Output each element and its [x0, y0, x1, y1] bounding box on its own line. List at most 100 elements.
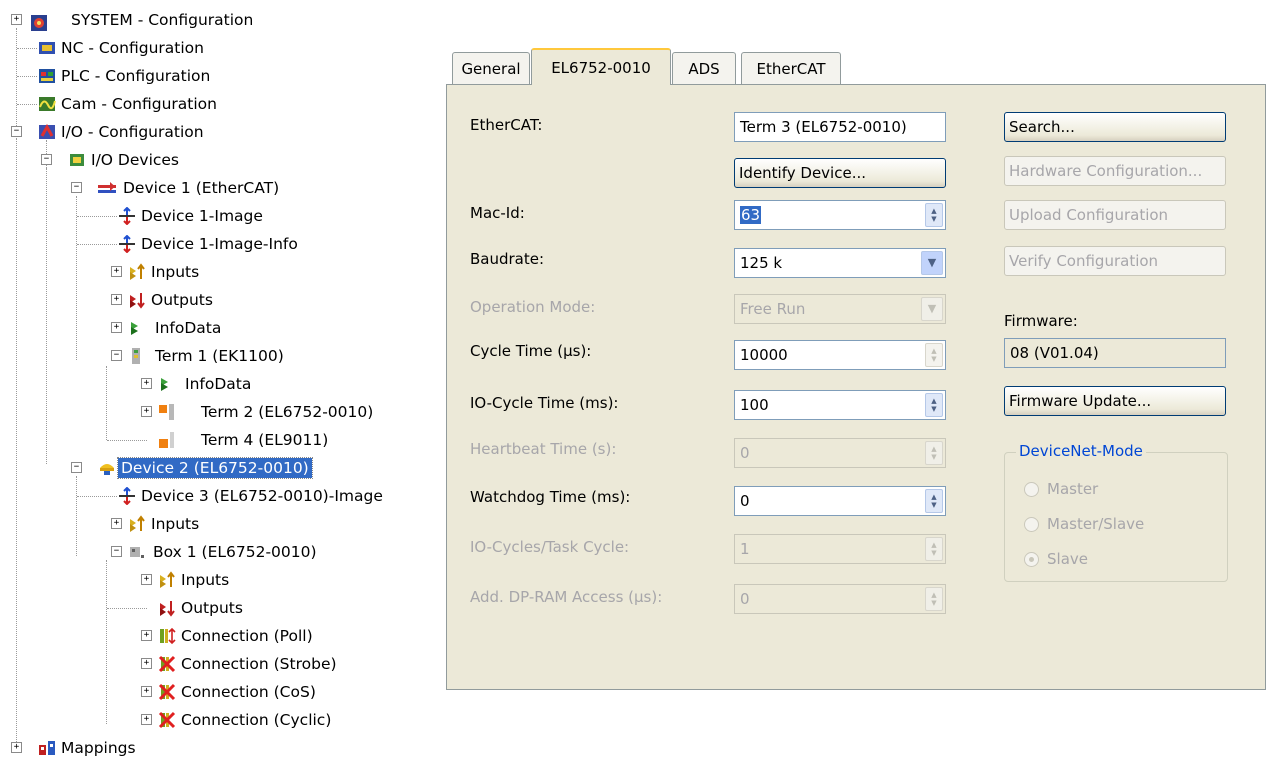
tree-item-device-1-image-info[interactable]: Device 1-Image-Info	[118, 232, 301, 256]
cycle-time-value: 10000	[740, 346, 788, 364]
expand-toggle[interactable]: +	[141, 406, 152, 417]
spin-buttons-icon[interactable]: ▲ ▼	[925, 489, 943, 513]
spin-buttons-icon[interactable]: ▲ ▼	[925, 203, 943, 227]
dp-ram-access-label: Add. DP-RAM Access (µs):	[470, 588, 663, 606]
config-tree[interactable]: + SYSTEM - Configuration NC - Configurat…	[0, 0, 440, 760]
tree-item-inputs[interactable]: Inputs	[158, 568, 232, 592]
baudrate-select[interactable]: 125 k ▼	[734, 248, 946, 278]
tree-item-system-configuration[interactable]: SYSTEM - Configuration	[30, 8, 256, 32]
tree-item-connection-strobe[interactable]: Connection (Strobe)	[158, 652, 340, 676]
ethercat-field[interactable]: Term 3 (EL6752-0010)	[734, 112, 946, 142]
tree-item-inputs[interactable]: Inputs	[128, 260, 202, 284]
expand-toggle[interactable]: +	[141, 378, 152, 389]
tree-item-label: Outputs	[181, 599, 243, 617]
collapse-toggle[interactable]: −	[111, 350, 122, 361]
tree-item-connection-poll[interactable]: Connection (Poll)	[158, 624, 316, 648]
spin-buttons-icon[interactable]: ▲ ▼	[925, 393, 943, 417]
collapse-toggle[interactable]: −	[71, 182, 82, 193]
watchdog-time-value: 0	[740, 492, 750, 510]
box-icon	[130, 547, 144, 558]
io-config-icon	[39, 123, 55, 139]
tree-item-box-1-el6752[interactable]: Box 1 (EL6752-0010)	[128, 540, 320, 564]
tree-item-outputs[interactable]: Outputs	[158, 596, 246, 620]
tree-item-device-3-image[interactable]: Device 3 (EL6752-0010)-Image	[118, 484, 386, 508]
tree-item-device-2-el6752[interactable]: Device 2 (EL6752-0010)	[98, 456, 313, 480]
mode-slave-radio: Slave	[1024, 550, 1088, 568]
tab-ads[interactable]: ADS	[672, 52, 736, 84]
mac-id-value: 63	[740, 206, 762, 224]
tree-item-nc-configuration[interactable]: NC - Configuration	[38, 36, 207, 60]
expand-toggle[interactable]: +	[141, 686, 152, 697]
tab-general[interactable]: General	[452, 52, 530, 84]
tree-item-connection-cyclic[interactable]: Connection (Cyclic)	[158, 708, 334, 732]
tree-item-term-4-el9011[interactable]: Term 4 (EL9011)	[158, 428, 331, 452]
expand-toggle[interactable]: +	[111, 266, 122, 277]
identify-device-button[interactable]: Identify Device...	[734, 158, 946, 188]
tree-item-mappings[interactable]: Mappings	[38, 736, 139, 760]
tree-item-label: SYSTEM - Configuration	[71, 11, 254, 29]
tree-item-connection-cos[interactable]: Connection (CoS)	[158, 680, 319, 704]
search-button[interactable]: Search...	[1004, 112, 1226, 142]
firmware-update-button[interactable]: Firmware Update...	[1004, 386, 1226, 416]
mac-id-label: Mac-Id:	[470, 204, 525, 222]
io-cycle-time-stepper[interactable]: 100 ▲ ▼	[734, 390, 946, 420]
mode-master-radio: Master	[1024, 480, 1098, 498]
tree-item-label: Connection (Strobe)	[181, 655, 337, 673]
tree-item-plc-configuration[interactable]: PLC - Configuration	[38, 64, 213, 88]
expand-toggle[interactable]: +	[141, 714, 152, 725]
image-icon	[119, 487, 135, 505]
tree-item-device-1-ethercat[interactable]: Device 1 (EtherCAT)	[98, 176, 282, 200]
tree-item-label: Connection (CoS)	[181, 683, 316, 701]
expand-toggle[interactable]: +	[11, 742, 22, 753]
tree-item-label: Mappings	[61, 739, 136, 757]
ethercat-label: EtherCAT:	[470, 116, 543, 134]
tree-item-outputs[interactable]: Outputs	[128, 288, 216, 312]
tree-item-label: Inputs	[151, 515, 200, 533]
tab-ethercat[interactable]: EtherCAT	[741, 52, 841, 84]
hardware-configuration-button: Hardware Configuration...	[1004, 156, 1226, 186]
end-terminal-icon	[159, 432, 174, 448]
tree-item-label: Device 1-Image	[141, 207, 263, 225]
chevron-down-icon[interactable]: ▼	[921, 251, 943, 275]
tree-item-term-2-el6752[interactable]: Term 2 (EL6752-0010)	[158, 400, 376, 424]
tree-item-label: I/O - Configuration	[61, 123, 204, 141]
cycle-time-stepper[interactable]: 10000 ▲ ▼	[734, 340, 946, 370]
tree-item-io-devices[interactable]: I/O Devices	[68, 148, 182, 172]
watchdog-time-label: Watchdog Time (ms):	[470, 488, 631, 506]
tree-item-label: Box 1 (EL6752-0010)	[153, 543, 317, 561]
tree-item-infodata[interactable]: InfoData	[128, 316, 224, 340]
firmware-label: Firmware:	[1004, 312, 1078, 330]
infodata-icon	[161, 378, 168, 391]
radio-icon	[1024, 481, 1039, 497]
tree-item-inputs[interactable]: Inputs	[128, 512, 202, 536]
tree-item-io-configuration[interactable]: I/O - Configuration	[38, 120, 207, 144]
mac-id-stepper[interactable]: 63 ▲ ▼	[734, 200, 946, 230]
tree-item-label: Connection (Cyclic)	[181, 711, 332, 729]
tree-item-device-1-image[interactable]: Device 1-Image	[118, 204, 266, 228]
expand-toggle[interactable]: +	[141, 574, 152, 585]
tab-el6752-0010[interactable]: EL6752-0010	[531, 48, 671, 85]
tree-item-term-1-ek1100[interactable]: Term 1 (EK1100)	[128, 344, 287, 368]
tree-item-label: Inputs	[151, 263, 200, 281]
tree-item-label: Inputs	[181, 571, 230, 589]
expand-toggle[interactable]: +	[111, 322, 122, 333]
tree-item-infodata[interactable]: InfoData	[158, 372, 254, 396]
chevron-down-icon: ▼	[921, 297, 943, 321]
plc-config-icon	[39, 69, 55, 83]
collapse-toggle[interactable]: −	[71, 462, 82, 473]
expand-toggle[interactable]: +	[111, 294, 122, 305]
expand-toggle[interactable]: +	[111, 518, 122, 529]
collapse-toggle[interactable]: −	[11, 126, 22, 137]
operation-mode-label: Operation Mode:	[470, 298, 596, 316]
collapse-toggle[interactable]: −	[41, 154, 52, 165]
expand-toggle[interactable]: +	[141, 658, 152, 669]
tree-item-cam-configuration[interactable]: Cam - Configuration	[38, 92, 220, 116]
expand-toggle[interactable]: +	[11, 14, 22, 25]
tree-item-label: PLC - Configuration	[61, 67, 211, 85]
image-icon	[119, 207, 135, 225]
tree-item-label: Device 1-Image-Info	[141, 235, 298, 253]
collapse-toggle[interactable]: −	[111, 546, 122, 557]
expand-toggle[interactable]: +	[141, 630, 152, 641]
nc-config-icon	[39, 42, 55, 54]
watchdog-time-stepper[interactable]: 0 ▲ ▼	[734, 486, 946, 516]
